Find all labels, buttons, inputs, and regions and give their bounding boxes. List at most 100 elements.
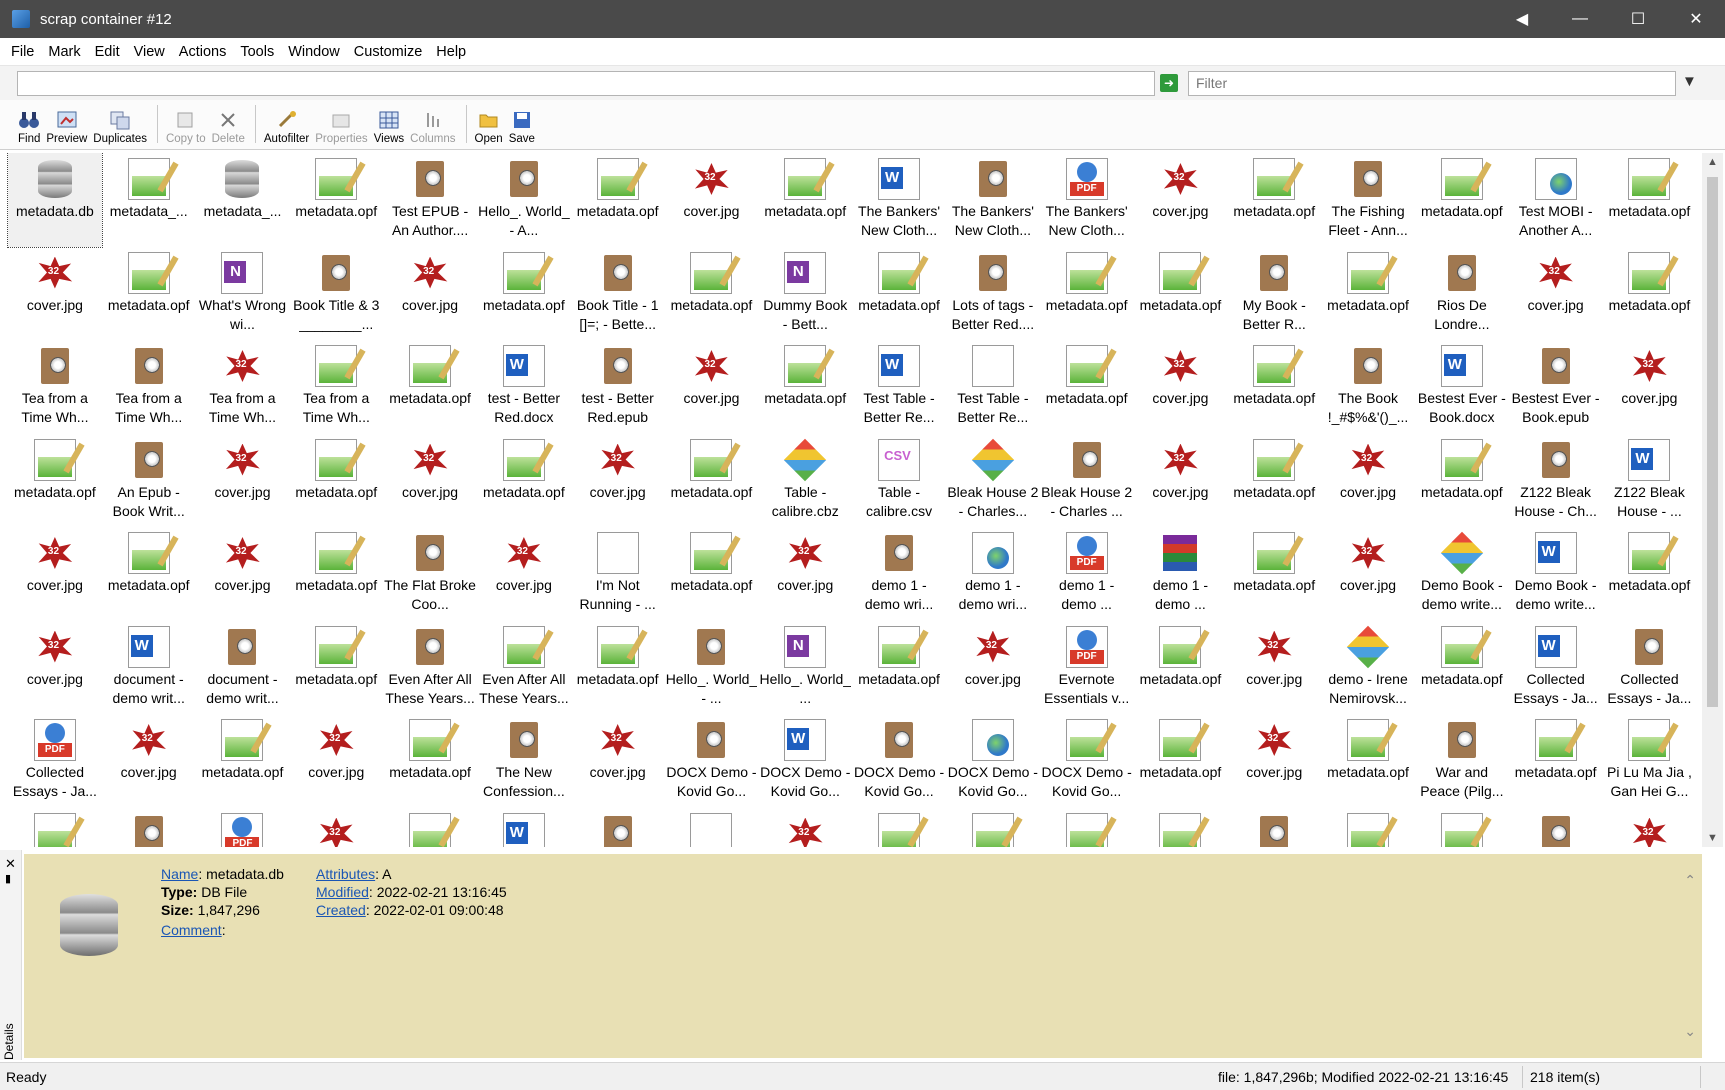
columns-button[interactable]: Columns [410,110,456,149]
file-item[interactable]: Test Table - Better Re... [946,340,1040,434]
file-item[interactable]: Tea from a Time Wh... [289,340,383,434]
file-item[interactable]: cover.jpg [8,247,102,341]
file-item[interactable]: document - demo writ... [102,621,196,715]
file-item[interactable] [852,808,946,847]
file-item[interactable]: document - demo writ... [196,621,290,715]
file-item[interactable]: cover.jpg [1321,434,1415,528]
file-item[interactable]: metadata.opf [665,434,759,528]
file-item[interactable] [946,808,1040,847]
file-item[interactable]: Even After All These Years... [477,621,571,715]
file-item[interactable]: metadata.db [7,153,103,248]
open-button[interactable]: Open [475,110,503,149]
file-item[interactable]: Bleak House 2 - Charles ... [1040,434,1134,528]
name-link[interactable]: Name [161,866,198,882]
file-item[interactable]: cover.jpg [102,714,196,808]
file-item[interactable]: Pi Lu Ma Jia , Gan Hei G... [1603,714,1697,808]
file-item[interactable]: metadata.opf [477,434,571,528]
file-item[interactable]: cover.jpg [1134,340,1228,434]
file-item[interactable]: Collected Essays - Ja... [1509,621,1603,715]
close-details-icon[interactable]: ✕ [5,856,16,872]
file-item[interactable] [477,808,571,847]
file-item[interactable]: The Bankers' New Cloth... [946,153,1040,247]
file-item[interactable]: cover.jpg [289,714,383,808]
file-item[interactable]: Lots of tags - Better Red.... [946,247,1040,341]
file-item[interactable]: metadata_... [196,153,290,247]
file-item[interactable]: DOCX Demo - Kovid Go... [946,714,1040,808]
scroll-up-icon[interactable]: ▲ [1702,153,1723,171]
duplicates-button[interactable]: Duplicates [93,110,147,149]
file-item[interactable]: Table - calibre.cbz [758,434,852,528]
menu-tools[interactable]: Tools [233,44,281,60]
file-item[interactable]: metadata.opf [1227,340,1321,434]
file-item[interactable]: Hello_. World_ - A... [477,153,571,247]
file-item[interactable]: metadata.opf [1227,153,1321,247]
file-item[interactable]: metadata.opf [1603,527,1697,621]
file-item[interactable]: Book Title & 3 ________... [289,247,383,341]
file-item[interactable]: The New Confession... [477,714,571,808]
file-item[interactable]: An Epub - Book Writ... [102,434,196,528]
file-item[interactable] [1227,808,1321,847]
filter-funnel-icon[interactable]: ▼ [1682,73,1697,90]
file-item[interactable]: metadata.opf [1040,247,1134,341]
vertical-scrollbar[interactable]: ▲ ▼ [1702,153,1723,847]
file-item[interactable]: cover.jpg [8,621,102,715]
menu-help[interactable]: Help [429,44,473,60]
file-item[interactable]: metadata.opf [1415,621,1509,715]
file-item[interactable]: metadata.opf [383,714,477,808]
address-input[interactable] [17,71,1155,96]
preview-button[interactable]: Preview [46,110,87,149]
file-item[interactable]: metadata.opf [1134,247,1228,341]
file-item[interactable]: metadata.opf [758,153,852,247]
file-item[interactable]: DOCX Demo - Kovid Go... [852,714,946,808]
file-item[interactable]: Evernote Essentials v... [1040,621,1134,715]
file-item[interactable]: cover.jpg [665,340,759,434]
file-item[interactable]: The Bankers' New Cloth... [1040,153,1134,247]
file-item[interactable]: DOCX Demo - Kovid Go... [1040,714,1134,808]
file-item[interactable]: metadata.opf [1321,714,1415,808]
file-item[interactable]: War and Peace (Pilg... [1415,714,1509,808]
file-item[interactable]: metadata.opf [1321,247,1415,341]
comment-link[interactable]: Comment [161,922,222,938]
file-item[interactable]: metadata.opf [8,434,102,528]
file-item[interactable]: cover.jpg [571,434,665,528]
file-item[interactable]: The Book !_#$%&'()_... [1321,340,1415,434]
file-item[interactable] [1603,808,1697,848]
file-item[interactable]: Demo Book - demo write... [1415,527,1509,621]
file-item[interactable]: cover.jpg [8,527,102,621]
pin-icon[interactable]: ▮ [5,872,11,885]
file-item[interactable]: metadata.opf [289,527,383,621]
filter-input[interactable]: Filter [1188,71,1676,96]
file-item[interactable]: metadata.opf [758,340,852,434]
menu-actions[interactable]: Actions [172,44,234,60]
file-item[interactable] [571,808,665,847]
file-item[interactable]: Tea from a Time Wh... [8,340,102,434]
file-item[interactable]: metadata.opf [1509,714,1603,808]
file-item[interactable]: cover.jpg [758,527,852,621]
file-item[interactable]: demo 1 - demo ... [1134,527,1228,621]
file-item[interactable] [383,808,477,847]
file-item[interactable] [1415,808,1509,847]
file-item[interactable]: metadata.opf [1227,434,1321,528]
file-item[interactable]: Tea from a Time Wh... [102,340,196,434]
file-item[interactable]: metadata.opf [665,247,759,341]
file-item[interactable]: cover.jpg [477,527,571,621]
menu-window[interactable]: Window [281,44,347,60]
file-item[interactable]: Even After All These Years... [383,621,477,715]
file-item[interactable]: cover.jpg [1134,153,1228,247]
menu-view[interactable]: View [127,44,172,60]
file-item[interactable]: metadata.opf [289,434,383,528]
file-item[interactable]: Rios De Londre... [1415,247,1509,341]
file-item[interactable]: Demo Book - demo write... [1509,527,1603,621]
file-item[interactable]: test - Better Red.epub [571,340,665,434]
maximize-button[interactable]: ☐ [1609,0,1667,38]
file-item[interactable]: metadata.opf [102,247,196,341]
file-item[interactable]: cover.jpg [1603,340,1697,434]
file-item[interactable]: test - Better Red.docx [477,340,571,434]
find-button[interactable]: Find [18,110,40,149]
file-item[interactable]: cover.jpg [571,714,665,808]
file-item[interactable] [1509,808,1603,847]
file-item[interactable]: metadata.opf [1415,153,1509,247]
file-item[interactable]: cover.jpg [1321,527,1415,621]
attributes-link[interactable]: Attributes [316,866,375,882]
file-item[interactable] [196,808,290,847]
